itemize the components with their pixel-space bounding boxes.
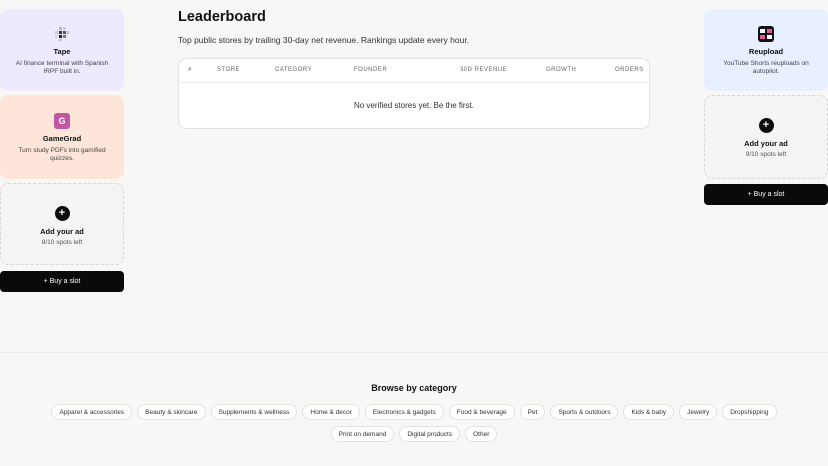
slot-count: 9/10 spots left — [745, 151, 787, 158]
category-chips-row-2: Print on demand Digital products Other — [0, 426, 828, 442]
category-chip[interactable]: Supplements & wellness — [210, 404, 298, 420]
column-header-orders[interactable]: ORDERS — [615, 67, 644, 73]
category-chip[interactable]: Kids & baby — [623, 404, 675, 420]
column-header-rank[interactable]: # — [188, 67, 192, 73]
ad-card-gamegrad[interactable]: G GameGrad Turn study PDFs into gamified… — [0, 95, 124, 179]
slot-title: Add your ad — [744, 139, 788, 148]
category-chip[interactable]: Digital products — [399, 426, 461, 442]
table-header: # STORE CATEGORY FOUNDER 30D REVENUE GRO… — [179, 59, 649, 83]
ad-card-reupload[interactable]: Reupload YouTube Shorts reuploads on aut… — [704, 9, 828, 91]
buy-slot-button-right[interactable]: + Buy a slot — [704, 184, 828, 205]
empty-ad-slot-left[interactable]: + Add your ad 8/10 spots left — [0, 183, 124, 265]
grid-icon — [54, 26, 70, 42]
section-divider — [0, 352, 828, 353]
ad-description: Turn study PDFs into gamified quizzes. — [18, 147, 106, 163]
ad-title: Tape — [53, 47, 71, 56]
gamegrad-logo-icon: G — [54, 113, 70, 129]
browse-title: Browse by category — [371, 383, 457, 393]
category-chip[interactable]: Apparel & accessories — [51, 404, 133, 420]
column-header-category[interactable]: CATEGORY — [275, 67, 312, 73]
category-chip[interactable]: Electronics & gadgets — [364, 404, 444, 420]
empty-ad-slot-right[interactable]: + Add your ad 9/10 spots left — [704, 95, 828, 179]
page-subtitle: Top public stores by trailing 30-day net… — [178, 35, 470, 45]
category-chip[interactable]: Home & decor — [302, 404, 360, 420]
slot-count: 8/10 spots left — [41, 239, 83, 246]
category-chip[interactable]: Pet — [519, 404, 546, 420]
ad-description: YouTube Shorts reuploads on autopilot. — [723, 60, 809, 76]
slot-title: Add your ad — [40, 227, 84, 236]
category-chip[interactable]: Sports & outdoors — [550, 404, 619, 420]
buy-slot-button-left[interactable]: + Buy a slot — [0, 271, 124, 292]
column-header-store[interactable]: STORE — [217, 67, 240, 73]
reupload-logo-icon — [758, 26, 774, 42]
ad-title: Reupload — [748, 47, 784, 56]
column-header-founder[interactable]: FOUNDER — [354, 67, 387, 73]
empty-state-message: No verified stores yet. Be the first. — [353, 101, 475, 110]
ad-title: GameGrad — [42, 134, 82, 143]
category-chips-row-1: Apparel & accessories Beauty & skincare … — [0, 404, 828, 420]
leaderboard-table: # STORE CATEGORY FOUNDER 30D REVENUE GRO… — [178, 58, 650, 129]
ad-card-tape[interactable]: Tape AI finance terminal with Spanish IR… — [0, 9, 124, 91]
page-title: Leaderboard — [178, 9, 266, 25]
category-chip[interactable]: Food & beverage — [448, 404, 515, 420]
column-header-revenue[interactable]: 30D REVENUE — [460, 67, 507, 73]
plus-icon: + — [758, 118, 774, 133]
category-chip[interactable]: Beauty & skincare — [137, 404, 206, 420]
category-chip[interactable]: Print on demand — [330, 426, 395, 442]
category-chip[interactable]: Other — [465, 426, 498, 442]
category-chip[interactable]: Jewelry — [679, 404, 718, 420]
plus-icon: + — [54, 206, 70, 221]
category-chip[interactable]: Dropshipping — [722, 404, 777, 420]
ad-description: AI finance terminal with Spanish IRPF bu… — [15, 60, 109, 76]
column-header-growth[interactable]: GROWTH — [546, 67, 576, 73]
